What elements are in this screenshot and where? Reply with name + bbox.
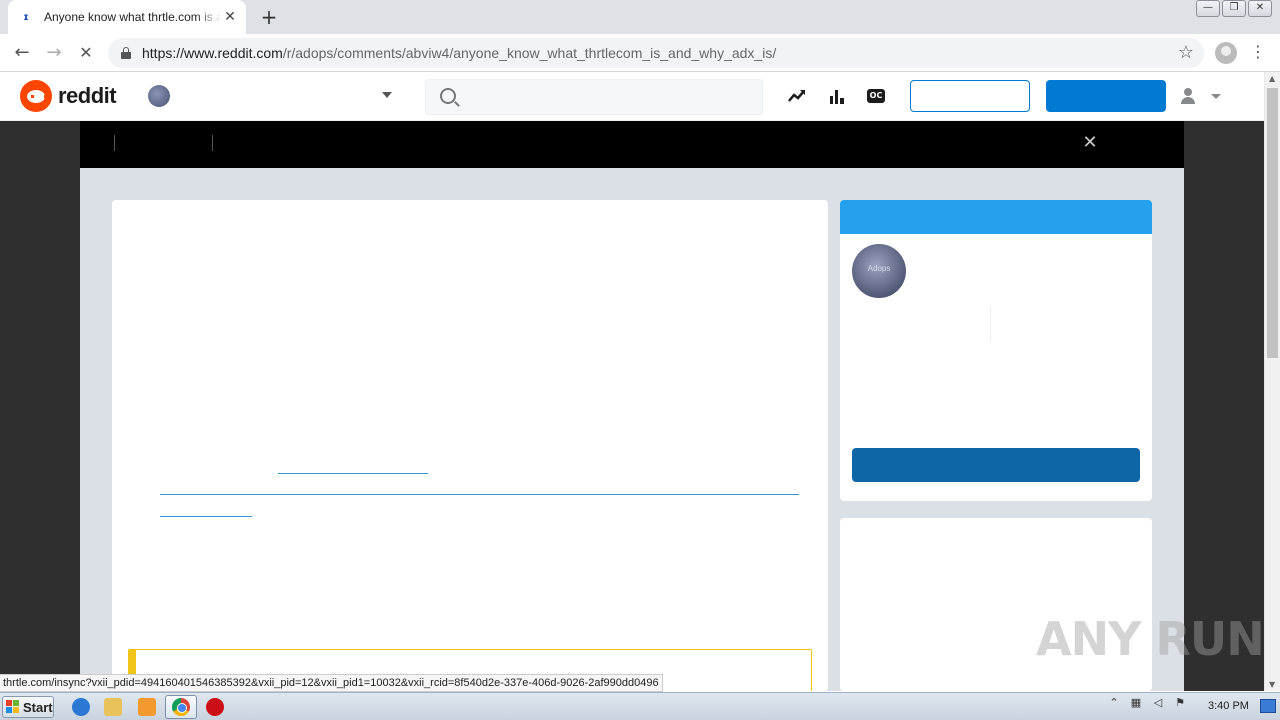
- sign-up-button[interactable]: [1046, 80, 1166, 112]
- popular-icon[interactable]: [827, 86, 847, 106]
- action-center-flag-icon[interactable]: ⚑: [1172, 695, 1188, 711]
- lock-icon[interactable]: [120, 47, 132, 59]
- search-input[interactable]: [425, 79, 763, 115]
- windows-flag-icon: [6, 700, 20, 714]
- stop-loading-button[interactable]: ✕: [74, 41, 98, 65]
- show-hidden-icons-icon[interactable]: ⌃: [1106, 695, 1122, 711]
- browser-tab[interactable]: ɪ Anyone know what thrtle.com is and why…: [8, 0, 246, 34]
- scrollbar-thumb[interactable]: [1267, 88, 1278, 358]
- volume-icon[interactable]: ◁: [1150, 695, 1166, 711]
- close-icon[interactable]: ✕: [1080, 133, 1100, 153]
- tab-close-icon[interactable]: ✕: [222, 9, 238, 25]
- tab-title: Anyone know what thrtle.com is and why a…: [44, 10, 222, 24]
- browser-menu-icon[interactable]: ⋮: [1250, 42, 1266, 64]
- window-controls: — ❐ ✕: [1196, 0, 1272, 17]
- back-button[interactable]: ←: [10, 41, 34, 65]
- log-in-button[interactable]: [910, 80, 1030, 112]
- window-close-button[interactable]: ✕: [1248, 0, 1272, 17]
- bookmark-star-icon[interactable]: ☆: [1178, 42, 1194, 63]
- system-tray: ⌃ ▦ ◁ ⚑: [1106, 695, 1188, 711]
- community-avatar-icon[interactable]: Adops: [852, 244, 906, 298]
- new-tab-button[interactable]: +: [258, 6, 280, 28]
- reddit-favicon-icon: ɪ: [23, 11, 29, 23]
- scroll-down-arrow-icon[interactable]: ▼: [1269, 680, 1275, 689]
- search-icon: [440, 88, 456, 104]
- forward-button[interactable]: →: [42, 41, 66, 65]
- opera-icon[interactable]: [206, 698, 224, 716]
- user-menu-icon[interactable]: [1180, 88, 1196, 104]
- browser-toolbar: ← → ✕ https://www.reddit.com/r/adops/com…: [0, 34, 1280, 72]
- subreddit-avatar-icon[interactable]: [148, 85, 170, 107]
- start-label: Start: [23, 699, 53, 715]
- trending-icon[interactable]: [787, 86, 807, 106]
- community-info-card: Adops: [840, 200, 1152, 501]
- vertical-scrollbar[interactable]: ▲ ▼: [1264, 72, 1280, 691]
- file-explorer-icon[interactable]: [104, 698, 122, 716]
- url-text[interactable]: https://www.reddit.com/r/adops/comments/…: [142, 45, 776, 61]
- restore-button[interactable]: ❐: [1222, 0, 1246, 17]
- network-icon[interactable]: ▦: [1128, 695, 1144, 711]
- media-player-icon[interactable]: [138, 698, 156, 716]
- reddit-logo-icon[interactable]: [20, 80, 52, 112]
- post-link[interactable]: [160, 494, 799, 495]
- top-bar-divider: [212, 135, 213, 151]
- reddit-wordmark[interactable]: reddit: [58, 83, 117, 109]
- taskbar-clock[interactable]: 3:40 PM: [1208, 700, 1249, 712]
- internet-explorer-icon[interactable]: [72, 698, 90, 716]
- chrome-icon[interactable]: [172, 698, 190, 716]
- post-card: [112, 200, 828, 691]
- member-stats-divider: [990, 306, 991, 342]
- windows-taskbar: Start ⌃ ▦ ◁ ⚑ 3:40 PM: [0, 692, 1280, 720]
- browser-tab-strip: ɪ Anyone know what thrtle.com is and why…: [0, 0, 1280, 34]
- oc-icon[interactable]: OC: [867, 89, 885, 103]
- show-desktop-button[interactable]: [1260, 699, 1276, 713]
- minimize-button[interactable]: —: [1196, 0, 1220, 17]
- reddit-header: reddit OC: [0, 72, 1264, 121]
- post-link[interactable]: [278, 473, 428, 474]
- top-bar-divider: [114, 135, 115, 151]
- user-menu-chevron-icon[interactable]: [1211, 94, 1221, 99]
- link-status-bubble: thrtle.com/insync?vxii_pdid=494160401546…: [0, 674, 663, 692]
- join-button[interactable]: [852, 448, 1140, 482]
- community-avatar-label: Adops: [867, 264, 891, 273]
- start-button[interactable]: Start: [2, 696, 54, 718]
- community-card-header: [840, 200, 1152, 234]
- community-dropdown-chevron-icon[interactable]: [382, 92, 392, 98]
- scroll-up-arrow-icon[interactable]: ▲: [1269, 74, 1275, 83]
- address-bar[interactable]: https://www.reddit.com/r/adops/comments/…: [108, 38, 1204, 68]
- profile-avatar-icon[interactable]: [1215, 42, 1237, 64]
- post-link[interactable]: [160, 516, 252, 517]
- post-modal-top-bar: ✕: [80, 121, 1184, 168]
- anyrun-watermark: ANY RUN: [1036, 612, 1265, 666]
